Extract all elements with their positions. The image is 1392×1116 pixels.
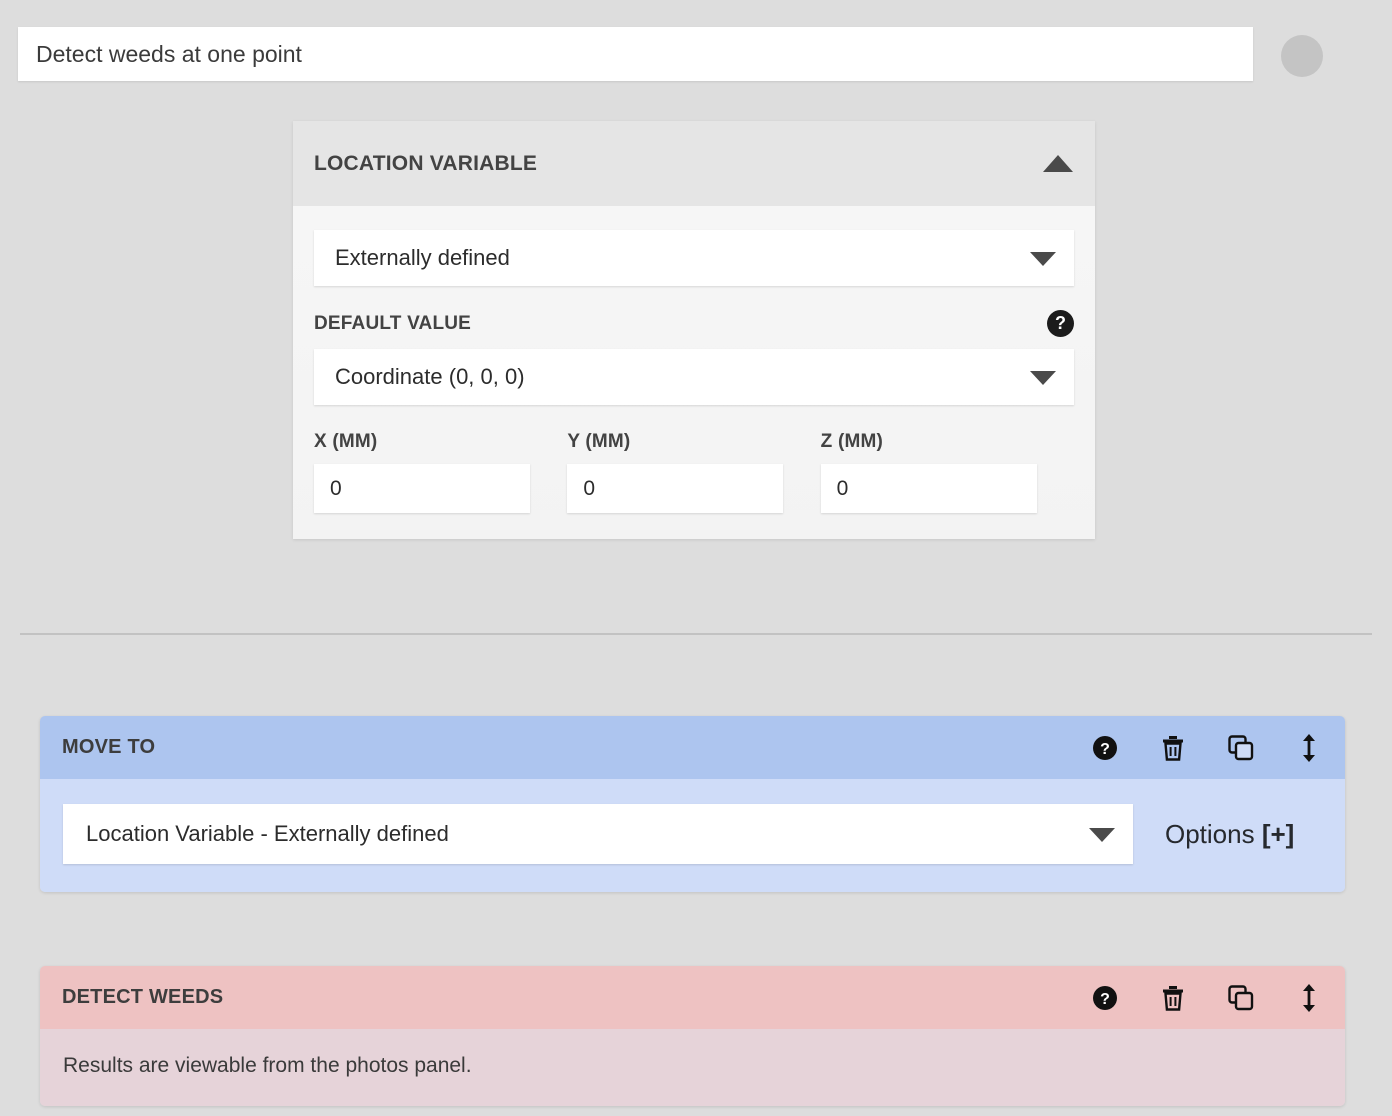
step-detect-weeds-body: Results are viewable from the photos pan… <box>40 1029 1345 1106</box>
location-variable-header[interactable]: Location Variable <box>293 121 1095 206</box>
title-bar <box>0 0 1392 110</box>
location-variable-body: Externally defined Default Value ? Coord… <box>293 206 1095 539</box>
move-to-options-plus: [+] <box>1262 819 1295 849</box>
step-detect-weeds-icons: ? <box>1091 984 1323 1012</box>
section-divider <box>20 633 1372 635</box>
coordinate-label-z: Z (mm) <box>821 431 1074 453</box>
question-mark-icon[interactable]: ? <box>1091 734 1119 762</box>
coordinate-label-x: X (mm) <box>314 431 567 453</box>
coordinate-field-x: X (mm) <box>314 431 567 513</box>
default-value-label: Default Value <box>314 313 471 335</box>
default-value-text: Coordinate (0, 0, 0) <box>335 364 525 390</box>
coordinate-input-y[interactable] <box>567 464 783 513</box>
step-detect-weeds: Detect Weeds ? <box>40 966 1345 1106</box>
triangle-down-icon <box>1089 828 1115 842</box>
move-to-options-toggle[interactable]: Options [+] <box>1165 819 1294 850</box>
svg-text:?: ? <box>1100 741 1110 758</box>
coordinate-inputs-row: X (mm) Y (mm) Z (mm) <box>314 431 1074 513</box>
move-to-options-label: Options <box>1165 819 1255 849</box>
sequence-name-input[interactable] <box>18 27 1253 81</box>
move-to-location-select[interactable]: Location Variable - Externally defined <box>63 804 1133 864</box>
triangle-down-icon <box>1030 252 1056 266</box>
location-variable-title: Location Variable <box>314 152 537 176</box>
avatar[interactable] <box>1281 35 1323 77</box>
trash-icon[interactable] <box>1159 734 1187 762</box>
step-move-to-body: Location Variable - Externally defined O… <box>40 779 1345 892</box>
move-to-location-value: Location Variable - Externally defined <box>86 821 449 847</box>
coordinate-field-y: Y (mm) <box>567 431 820 513</box>
variable-type-value: Externally defined <box>335 245 510 271</box>
copy-icon[interactable] <box>1227 734 1255 762</box>
triangle-down-icon <box>1030 371 1056 385</box>
svg-text:?: ? <box>1100 991 1110 1008</box>
coordinate-label-y: Y (mm) <box>567 431 820 453</box>
default-value-label-row: Default Value ? <box>314 310 1074 337</box>
step-move-to-row: Location Variable - Externally defined O… <box>63 804 1323 864</box>
trash-icon[interactable] <box>1159 984 1187 1012</box>
triangle-up-icon[interactable] <box>1043 155 1073 172</box>
up-down-arrow-icon[interactable] <box>1295 734 1323 762</box>
question-mark-icon[interactable]: ? <box>1091 984 1119 1012</box>
sequence-editor-page: Location Variable Externally defined Def… <box>0 0 1392 1116</box>
default-value-select[interactable]: Coordinate (0, 0, 0) <box>314 349 1074 405</box>
step-detect-weeds-title: Detect Weeds <box>62 986 223 1009</box>
coordinate-input-x[interactable] <box>314 464 530 513</box>
step-move-to-title: Move To <box>62 736 155 759</box>
question-mark-icon[interactable]: ? <box>1047 310 1074 337</box>
step-move-to-header: Move To ? <box>40 716 1345 779</box>
step-detect-weeds-header: Detect Weeds ? <box>40 966 1345 1029</box>
step-move-to-icons: ? <box>1091 734 1323 762</box>
up-down-arrow-icon[interactable] <box>1295 984 1323 1012</box>
coordinate-field-z: Z (mm) <box>821 431 1074 513</box>
coordinate-input-z[interactable] <box>821 464 1037 513</box>
variable-type-select[interactable]: Externally defined <box>314 230 1074 286</box>
detect-weeds-result-text: Results are viewable from the photos pan… <box>63 1054 472 1077</box>
location-variable-card: Location Variable Externally defined Def… <box>293 121 1095 539</box>
step-move-to: Move To ? <box>40 716 1345 892</box>
copy-icon[interactable] <box>1227 984 1255 1012</box>
